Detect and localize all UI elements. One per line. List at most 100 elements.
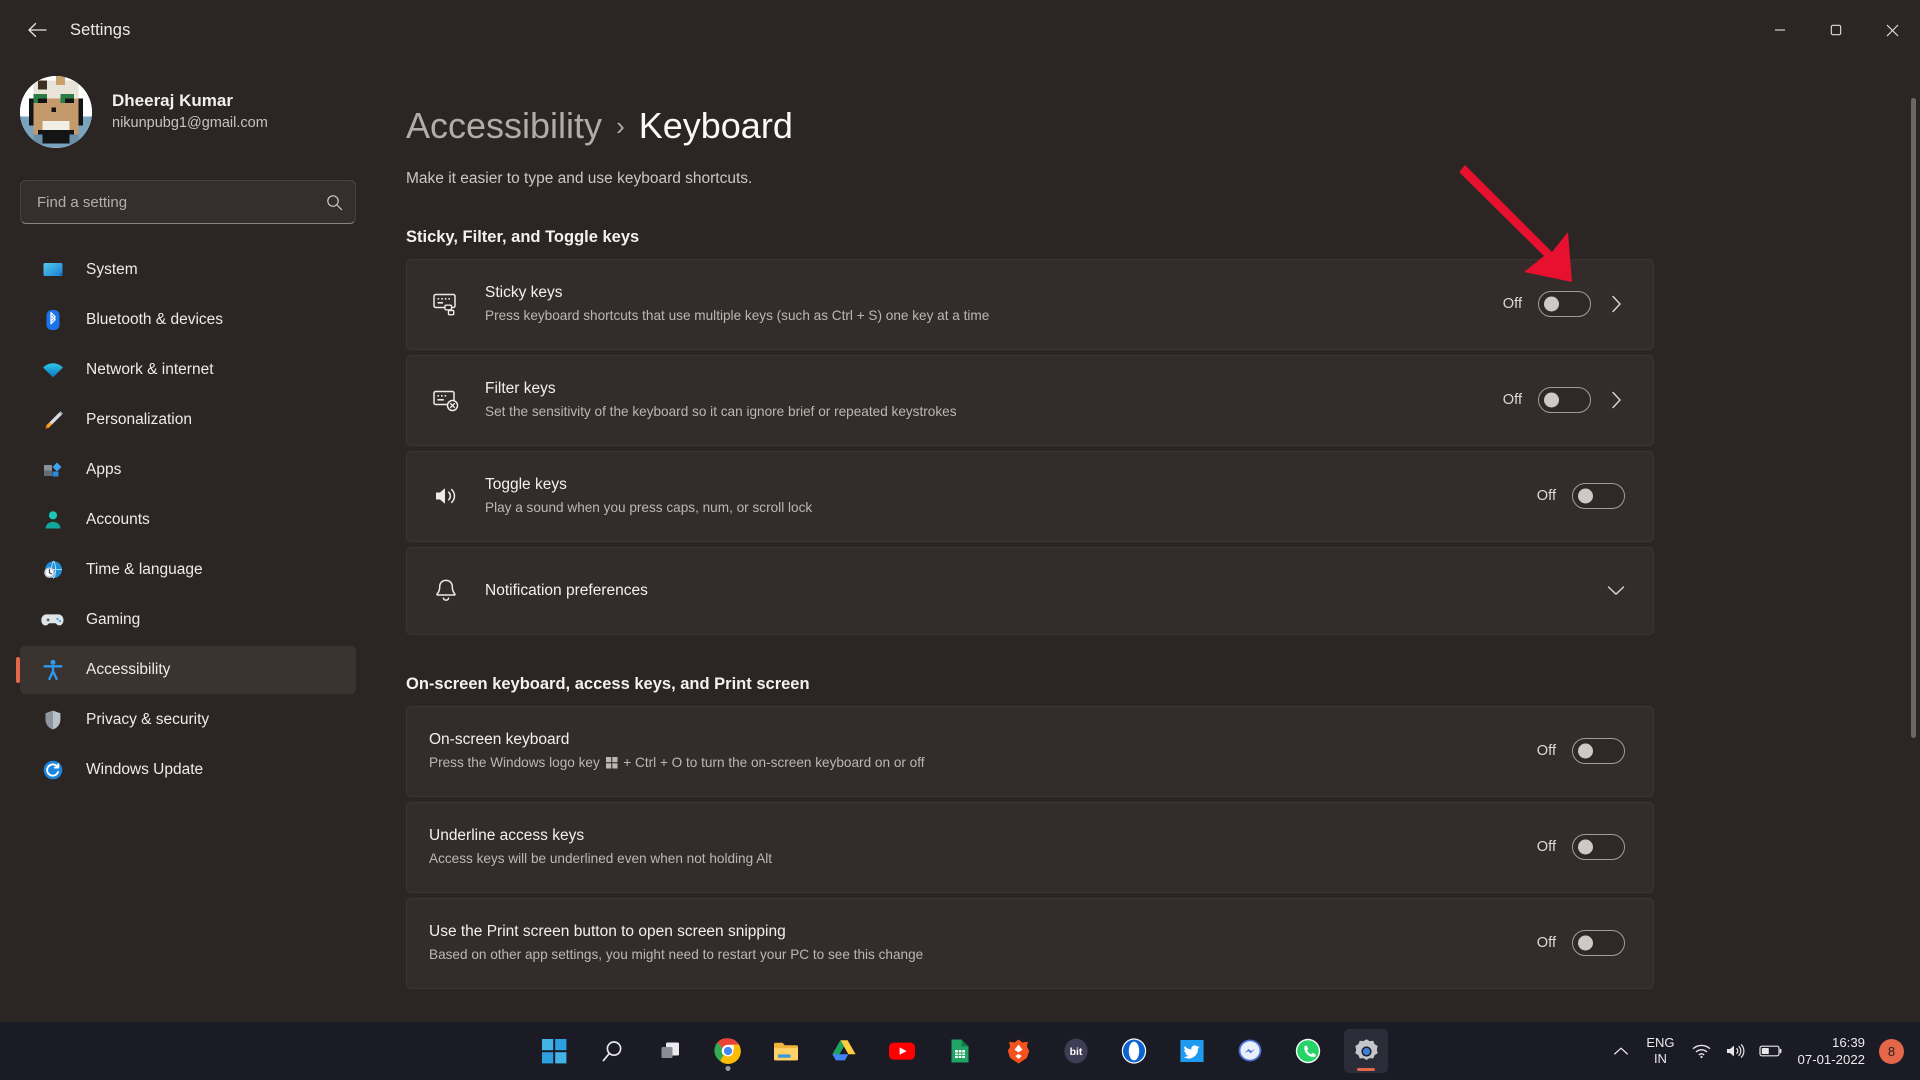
print-screen-state-label: Off [1537,935,1556,951]
toggle-keys-icon [429,479,463,513]
volume-icon[interactable] [1718,1029,1752,1073]
sidebar-item-label: Bluetooth & devices [86,311,223,329]
twitter-icon[interactable] [1170,1029,1214,1073]
setting-description-pre: Press the Windows logo key [429,755,604,770]
profile-email: nikunpubg1@gmail.com [112,114,268,134]
breadcrumb: Accessibility › Keyboard [406,106,1706,146]
minimize-button[interactable] [1752,0,1808,60]
sticky-keys-toggle[interactable] [1538,291,1591,317]
underline-access-keys-toggle[interactable] [1572,834,1625,860]
sidebar-item-accounts[interactable]: Accounts [20,496,356,544]
sidebar-item-label: Time & language [86,561,203,579]
tray-expand-chevron-icon[interactable] [1606,1029,1636,1073]
monitor-icon [40,257,66,283]
sidebar-item-privacy-security[interactable]: Privacy & security [20,696,356,744]
search-icon[interactable] [590,1029,634,1073]
file-explorer-icon[interactable] [764,1029,808,1073]
wifi-icon [40,357,66,383]
filter-keys-icon [429,383,463,417]
gamepad-icon [40,607,66,633]
wifi-icon[interactable] [1685,1029,1718,1073]
battery-icon[interactable] [1752,1029,1790,1073]
print-screen-toggle[interactable] [1572,930,1625,956]
sidebar-item-personalization[interactable]: Personalization [20,396,356,444]
card-group-sticky-filter-toggle: Sticky keys Press keyboard shortcuts tha… [406,259,1654,635]
taskbar-icons: bit [532,1029,1388,1073]
setting-row-on-screen-keyboard[interactable]: On-screen keyboard Press the Windows log… [406,706,1654,797]
back-button[interactable] [14,10,60,50]
taskbar-time: 16:39 [1832,1034,1865,1051]
google-sheets-icon[interactable] [938,1029,982,1073]
sidebar-item-network-internet[interactable]: Network & internet [20,346,356,394]
brave-icon[interactable] [996,1029,1040,1073]
whatsapp-icon[interactable] [1286,1029,1330,1073]
apps-icon [40,457,66,483]
close-button[interactable] [1864,0,1920,60]
chrome-icon[interactable] [706,1029,750,1073]
google-drive-icon[interactable] [822,1029,866,1073]
chevron-right-icon[interactable] [1607,295,1625,313]
settings-window: Settings [0,0,1920,1080]
setting-title: Underline access keys [429,826,1537,846]
language-top: ENG [1646,1035,1674,1051]
sidebar-item-system[interactable]: System [20,246,356,294]
chevron-down-icon[interactable] [1607,585,1625,597]
section-title-onscreen-keyboard: On-screen keyboard, access keys, and Pri… [406,675,1706,694]
search-box[interactable] [20,180,356,224]
sidebar-item-windows-update[interactable]: Windows Update [20,746,356,794]
content-scrollbar[interactable] [1911,68,1916,780]
setting-description: Set the sensitivity of the keyboard so i… [485,403,1503,421]
opera-icon[interactable] [1112,1029,1156,1073]
sidebar-item-time-language[interactable]: Time & language [20,546,356,594]
setting-title: Sticky keys [485,283,1503,303]
start-icon[interactable] [532,1029,576,1073]
toggle-keys-state-label: Off [1537,488,1556,504]
setting-row-underline-access-keys[interactable]: Underline access keys Access keys will b… [406,802,1654,893]
sidebar-item-label: Network & internet [86,361,214,379]
card-group-onscreen-keyboard: On-screen keyboard Press the Windows log… [406,706,1654,989]
task-view-icon[interactable] [648,1029,692,1073]
scrollbar-thumb[interactable] [1911,98,1916,738]
setting-row-toggle-keys[interactable]: Toggle keys Play a sound when you press … [406,451,1654,542]
maximize-button[interactable] [1808,0,1864,60]
sidebar-item-label: Accounts [86,511,150,529]
profile-name: Dheeraj Kumar [112,90,268,113]
chevron-right-icon: › [616,112,625,141]
filter-keys-toggle[interactable] [1538,387,1591,413]
bit-icon[interactable]: bit [1054,1029,1098,1073]
chevron-right-icon[interactable] [1607,391,1625,409]
notification-badge[interactable]: 8 [1879,1039,1904,1064]
setting-row-sticky-keys[interactable]: Sticky keys Press keyboard shortcuts tha… [406,259,1654,350]
sidebar-item-accessibility[interactable]: Accessibility [20,646,356,694]
settings-icon[interactable] [1344,1029,1388,1073]
sidebar-item-label: System [86,261,138,279]
setting-row-notification-preferences[interactable]: Notification preferences [406,547,1654,635]
messenger-icon[interactable] [1228,1029,1272,1073]
toggle-keys-toggle[interactable] [1572,483,1625,509]
on-screen-keyboard-state-label: Off [1537,743,1556,759]
breadcrumb-parent[interactable]: Accessibility [406,106,602,146]
sidebar-item-apps[interactable]: Apps [20,446,356,494]
profile-block[interactable]: Dheeraj Kumar nikunpubg1@gmail.com [0,60,392,156]
setting-title: Notification preferences [485,581,1607,601]
sidebar-item-gaming[interactable]: Gaming [20,596,356,644]
sidebar-item-bluetooth-devices[interactable]: Bluetooth & devices [20,296,356,344]
setting-title: Filter keys [485,379,1503,399]
setting-row-print-screen-snipping[interactable]: Use the Print screen button to open scre… [406,898,1654,989]
youtube-icon[interactable] [880,1029,924,1073]
sidebar-item-label: Accessibility [86,661,170,679]
shield-icon [40,707,66,733]
clock-date[interactable]: 16:39 07-01-2022 [1790,1034,1875,1068]
language-indicator[interactable]: ENG IN [1636,1035,1684,1068]
search-input[interactable] [37,194,326,211]
sidebar-item-label: Windows Update [86,761,203,779]
section-title-sticky-filter-toggle: Sticky, Filter, and Toggle keys [406,228,1706,247]
window-title: Settings [70,21,130,40]
settings-content: Accessibility › Keyboard Make it easier … [392,60,1920,1080]
search-icon[interactable] [326,194,343,211]
on-screen-keyboard-toggle[interactable] [1572,738,1625,764]
bluetooth-icon [40,307,66,333]
accessibility-icon [40,657,66,683]
setting-row-filter-keys[interactable]: Filter keys Set the sensitivity of the k… [406,355,1654,446]
sidebar-item-label: Gaming [86,611,140,629]
